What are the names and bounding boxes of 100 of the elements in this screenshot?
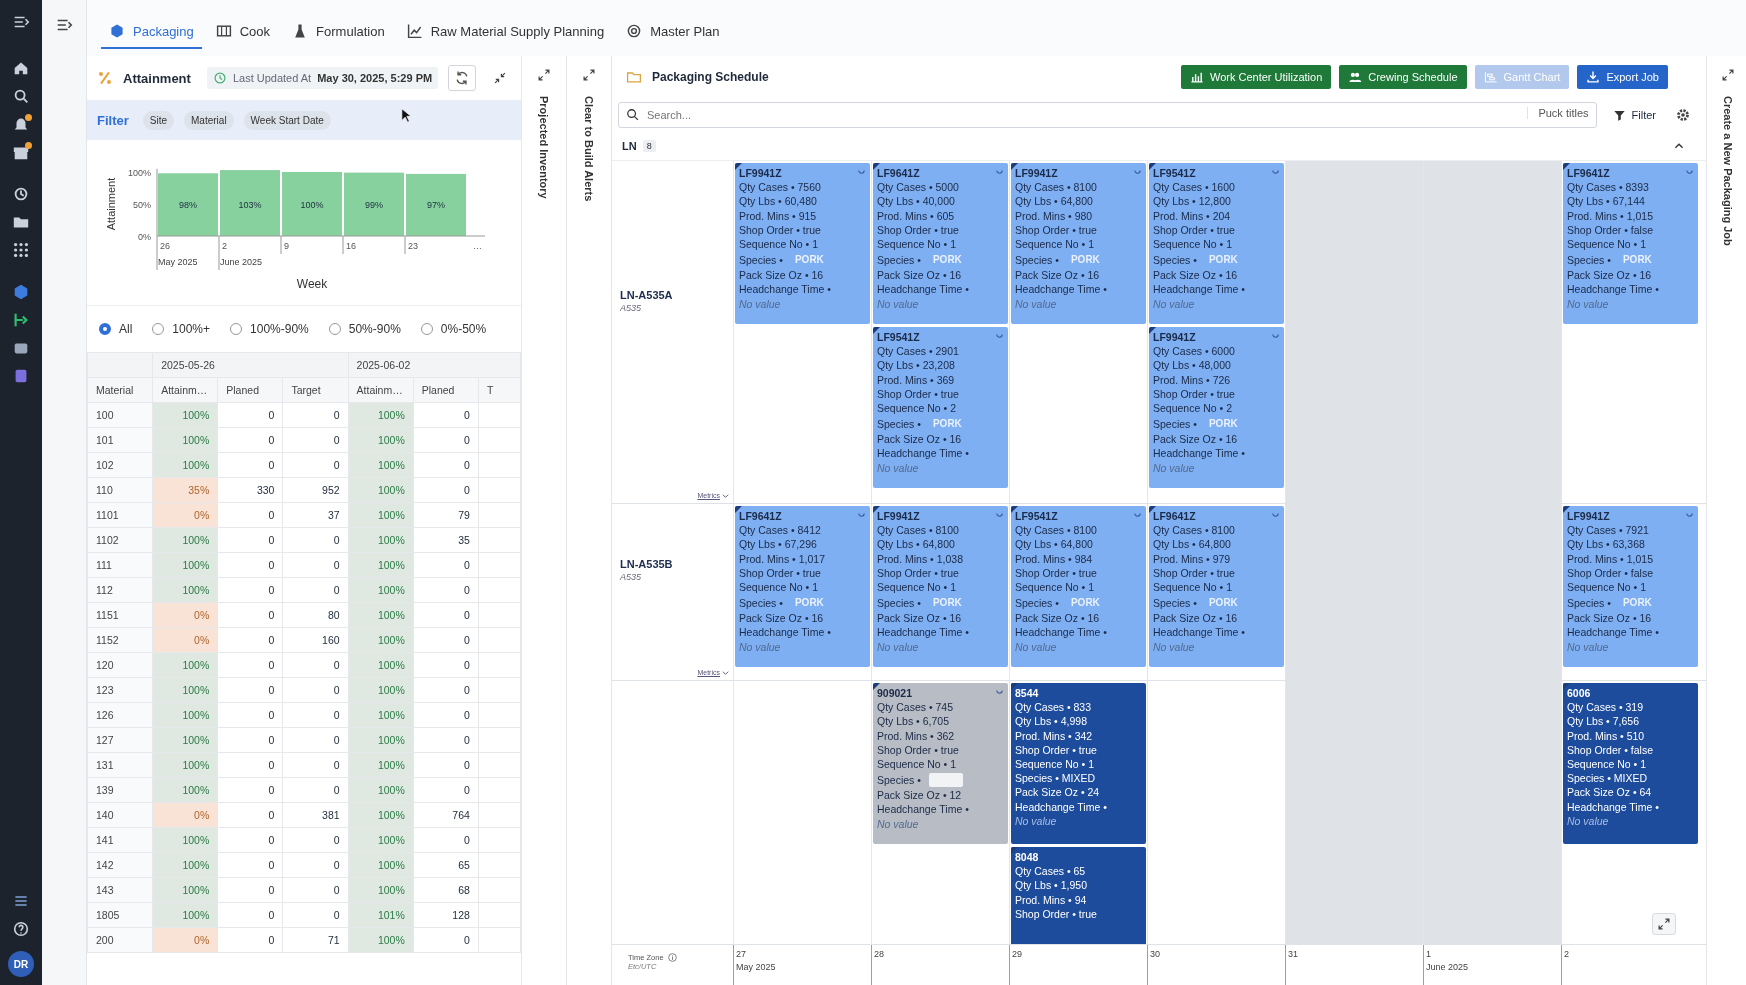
module-tab[interactable]: Master Plan (618, 15, 728, 49)
side-panel-tab[interactable]: Clear to Build Alerts (583, 96, 595, 202)
range-radio[interactable]: 50%-90% (328, 322, 401, 336)
table-cell: 1152 (87, 627, 153, 653)
week-header: 2025-05-26 (152, 352, 349, 378)
line-code: A535 (620, 303, 643, 313)
month-label: May 2025 (158, 257, 198, 267)
job-field: Pack Size Oz • 16 (1015, 611, 1142, 626)
job-card[interactable]: LF9941Z Qty Cases • 7560 Qty Lbs • 60,480 Prod. Mins • 915 Shop Order • true Sequence No • 1 Species • PORK Pack Size Oz • 16 Headchange Time • No value (735, 163, 870, 324)
job-field: Sequence No • 1 (1153, 580, 1280, 595)
job-title: LF9941Z (1153, 330, 1196, 345)
job-card[interactable]: LF9641Z Qty Cases • 8100 Qty Lbs • 64,800 Prod. Mins • 979 Shop Order • true Sequence No • 1 Species • PORK Pack Size Oz • 16 Headchange Time • No value (1149, 506, 1284, 667)
month-label: June 2025 (1426, 962, 1470, 972)
radio-button[interactable] (99, 323, 111, 335)
search-icon (626, 108, 640, 122)
puck-titles-label: Puck titles (1527, 107, 1589, 119)
job-field: Prod. Mins • 605 (877, 208, 1004, 223)
range-radio[interactable]: All (99, 322, 133, 336)
book-icon (215, 23, 232, 39)
job-card[interactable]: 909021 Qty Cases • 745 Qty Lbs • 6,705 Prod. Mins • 362 Shop Order • true Sequence No • 1 Species • Pack Size Oz • 12 Headchange Time • No value (873, 683, 1008, 844)
species-tag: PORK (1204, 595, 1242, 610)
table-cell: 0 (413, 652, 479, 678)
table-cell: 0 (413, 927, 479, 953)
job-title: LF9641Z (739, 509, 782, 524)
refresh-button[interactable] (448, 65, 477, 91)
notification-dot (25, 142, 32, 149)
clock-icon (212, 71, 227, 85)
table-cell: 0 (282, 677, 349, 703)
filter-button[interactable]: Filter (1606, 104, 1662, 126)
table-cell: 0 (217, 702, 283, 728)
day-label: 30 (1150, 949, 1161, 959)
job-field: Headchange Time • (1153, 446, 1280, 461)
range-radio[interactable]: 0%-50% (420, 322, 487, 336)
filter-chip[interactable]: Site (142, 110, 175, 130)
table-cell: 126 (87, 702, 153, 728)
table-cell: 0 (413, 752, 479, 778)
side-panel-tab[interactable]: Projected Inventory (538, 96, 550, 199)
job-card[interactable]: 8544 Qty Cases • 833 Qty Lbs • 4,998 Prod. Mins • 342 Shop Order • true Sequence No • 1 Species • MIXED Pack Size Oz • 24 Headchange Time • No value (1011, 683, 1146, 844)
radio-label: 0%-50% (440, 322, 487, 336)
job-card[interactable]: LF9641Z Qty Cases • 8412 Qty Lbs • 67,296 Prod. Mins • 1,017 Shop Order • true Sequence No • 1 Species • PORK Pack Size Oz • 16 Headchange Time • No value (735, 506, 870, 667)
job-field: Headchange Time • (877, 625, 1004, 640)
table-cell: 140 (87, 802, 153, 828)
job-card[interactable]: LF9541Z Qty Cases • 2901 Qty Lbs • 23,208 Prod. Mins • 369 Shop Order • true Sequence No • 2 Species • PORK Pack Size Oz • 16 Headchange Time • No value (873, 327, 1008, 488)
no-value-text: No value (1153, 460, 1196, 475)
job-field: Shop Order • true (877, 386, 1004, 401)
module-tab[interactable]: Cook (207, 15, 279, 49)
range-radio[interactable]: 100%-90% (230, 322, 309, 336)
filter-chip[interactable]: Week Start Date (243, 110, 331, 130)
job-card[interactable]: LF9941Z Qty Cases • 7921 Qty Lbs • 63,368 Prod. Mins • 1,015 Shop Order • false Sequence No • 1 Species • PORK Pack Size Oz • 16 Headchange Time • No value (1563, 506, 1698, 667)
job-field: Shop Order • true (1153, 222, 1280, 237)
species-label: Species • (739, 252, 783, 267)
job-card[interactable]: LF9541Z Qty Cases • 8100 Qty Lbs • 64,800 Prod. Mins • 984 Shop Order • true Sequence No • 1 Species • PORK Pack Size Oz • 16 Headchange Time • No value (1011, 506, 1146, 667)
module-tab[interactable]: Packaging (101, 15, 202, 49)
expand-icon (537, 68, 551, 82)
create-job-tab[interactable]: Create a New Packaging Job (1722, 96, 1734, 246)
job-title: LF9641Z (1153, 509, 1196, 524)
table-cell: 111 (87, 552, 153, 578)
job-field: Prod. Mins • 980 (1015, 208, 1142, 223)
module-tab[interactable]: Raw Material Supply Planning (398, 15, 613, 49)
job-card[interactable]: LF9641Z Qty Cases • 8393 Qty Lbs • 67,144 Prod. Mins • 1,015 Shop Order • false Sequence No • 1 Species • PORK Pack Size Oz • 16 Headchange Time • No value (1563, 163, 1698, 324)
notification-dot (25, 114, 32, 121)
range-radio[interactable]: 100%+ (152, 322, 211, 336)
table-cell: 0 (282, 877, 349, 903)
user-avatar[interactable]: DR (8, 951, 34, 977)
job-title: LF9541Z (1015, 509, 1058, 524)
table-cell: 0 (413, 627, 479, 653)
y-axis-label: Attainment (105, 177, 117, 231)
species-tag: PORK (1618, 595, 1656, 610)
job-card[interactable]: LF9941Z Qty Cases • 8100 Qty Lbs • 64,800 Prod. Mins • 1,038 Shop Order • true Sequence No • 1 Species • PORK Pack Size Oz • 16 Headchange Time • No value (873, 506, 1008, 667)
table-cell: 0 (217, 527, 283, 553)
job-field: Pack Size Oz • 16 (1153, 432, 1280, 447)
table-cell: 0 (413, 602, 479, 628)
job-field: Qty Cases • 7921 (1567, 523, 1694, 538)
table-cell: 0 (282, 702, 349, 728)
job-field: Headchange Time • (877, 802, 1004, 817)
job-title: LF9641Z (1567, 166, 1610, 181)
module-tab[interactable]: Formulation (284, 15, 393, 49)
job-field: Prod. Mins • 204 (1153, 208, 1280, 223)
table-cell: 0 (217, 927, 283, 953)
job-field: Pack Size Oz • 16 (1015, 268, 1142, 283)
expand-button[interactable] (1652, 913, 1676, 935)
job-field: Sequence No • 1 (877, 580, 1004, 595)
job-title: LF9641Z (877, 166, 920, 181)
no-value-text: No value (739, 296, 782, 311)
toolbar-button[interactable]: Crewing Schedule (1339, 65, 1467, 89)
job-card[interactable]: LF9941Z Qty Cases • 6000 Qty Lbs • 48,000 Prod. Mins • 726 Shop Order • true Sequence No • 2 Species • PORK Pack Size Oz • 16 Headchange Time • No value (1149, 327, 1284, 488)
job-card[interactable]: LF9641Z Qty Cases • 5000 Qty Lbs • 40,000 Prod. Mins • 605 Shop Order • true Sequence No • 1 Species • PORK Pack Size Oz • 16 Headchange Time • No value (873, 163, 1008, 324)
toolbar-button[interactable]: Work Center Utilization (1181, 65, 1332, 89)
job-card[interactable]: 6006 Qty Cases • 319 Qty Lbs • 7,656 Prod. Mins • 510 Shop Order • false Sequence No • 1 Species • MIXED Pack Size Oz • 64 Headchange Time • No value (1563, 683, 1698, 844)
job-title: LF9541Z (877, 330, 920, 345)
column-header[interactable]: Material (87, 377, 153, 403)
filter-chip[interactable]: Material (184, 110, 234, 130)
job-card[interactable]: 8048 Qty Cases • 65 Qty Lbs • 1,950 Prod. Mins • 94 Shop Order • true (1011, 847, 1146, 944)
job-card[interactable]: LF9941Z Qty Cases • 8100 Qty Lbs • 64,800 Prod. Mins • 980 Shop Order • true Sequence No • 1 Species • PORK Pack Size Oz • 16 Headchange Time • No value (1011, 163, 1146, 324)
job-field: Headchange Time • (739, 625, 866, 640)
toolbar-button[interactable]: Export Job (1577, 65, 1668, 89)
job-card[interactable]: LF9541Z Qty Cases • 1600 Qty Lbs • 12,800 Prod. Mins • 204 Shop Order • true Sequence No • 1 Species • PORK Pack Size Oz • 16 Headchange Time • No value (1149, 163, 1284, 324)
job-field: Prod. Mins • 984 (1015, 551, 1142, 566)
table-cell: 0 (217, 727, 283, 753)
job-field: Prod. Mins • 979 (1153, 551, 1280, 566)
